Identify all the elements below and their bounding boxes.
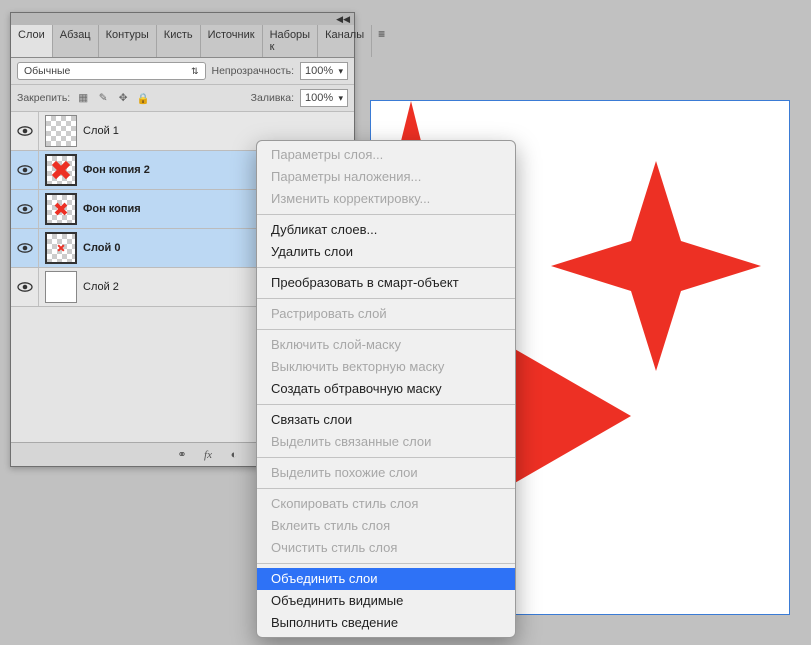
blend-opacity-row: Обычные ⇅ Непрозрачность: 100%▾ — [11, 58, 354, 85]
panel-menu-icon[interactable]: ≡ — [372, 25, 391, 57]
visibility-toggle[interactable] — [11, 190, 39, 228]
lock-transparency-icon[interactable]: ▦ — [76, 91, 90, 105]
blend-mode-value: Обычные — [24, 65, 70, 77]
tab-Контуры[interactable]: Контуры — [99, 25, 157, 57]
menu-item: Скопировать стиль слоя — [257, 493, 515, 515]
menu-item: Растрировать слой — [257, 303, 515, 325]
menu-item: Вклеить стиль слоя — [257, 515, 515, 537]
menu-separator — [257, 563, 515, 564]
layer-thumbnail[interactable] — [45, 115, 77, 147]
panel-topbar: ◀◀ — [11, 13, 354, 25]
menu-item: Изменить корректировку... — [257, 188, 515, 210]
layer-name[interactable]: Слой 2 — [83, 281, 119, 293]
lock-fill-row: Закрепить: ▦ ✎ ✥ 🔒 Заливка: 100%▾ — [11, 85, 354, 112]
opacity-label: Непрозрачность: — [212, 65, 295, 77]
layer-name[interactable]: Слой 1 — [83, 125, 119, 137]
menu-item[interactable]: Удалить слои — [257, 241, 515, 263]
chevron-down-icon: ▾ — [338, 93, 343, 104]
tab-Наборы к[interactable]: Наборы к — [263, 25, 319, 57]
menu-separator — [257, 214, 515, 215]
chevron-down-icon: ▾ — [338, 66, 343, 77]
collapse-icon[interactable]: ◀◀ — [336, 14, 350, 25]
menu-item[interactable]: Объединить видимые — [257, 590, 515, 612]
fill-input[interactable]: 100%▾ — [300, 89, 348, 107]
layer-name[interactable]: Фон копия — [83, 203, 141, 215]
layer-thumbnail[interactable] — [45, 193, 77, 225]
tab-Абзац[interactable]: Абзац — [53, 25, 99, 57]
menu-separator — [257, 457, 515, 458]
panel-tabs: СлоиАбзацКонтурыКистьИсточникНаборы кКан… — [11, 25, 354, 58]
opacity-input[interactable]: 100%▾ — [300, 62, 348, 80]
menu-item: Выделить похожие слои — [257, 462, 515, 484]
visibility-toggle[interactable] — [11, 268, 39, 306]
tab-Источник[interactable]: Источник — [201, 25, 263, 57]
layer-thumbnail[interactable] — [45, 154, 77, 186]
lock-position-icon[interactable]: ✥ — [116, 91, 130, 105]
menu-item[interactable]: Преобразовать в смарт-объект — [257, 272, 515, 294]
dropdown-icon: ⇅ — [191, 66, 199, 77]
menu-item: Выделить связанные слои — [257, 431, 515, 453]
lock-all-icon[interactable]: 🔒 — [136, 91, 150, 105]
mask-icon[interactable]: ◐ — [226, 447, 242, 463]
link-icon[interactable]: ⚭ — [174, 447, 190, 463]
menu-item[interactable]: Связать слои — [257, 409, 515, 431]
visibility-toggle[interactable] — [11, 112, 39, 150]
layer-thumbnail[interactable] — [45, 271, 77, 303]
menu-item: Очистить стиль слоя — [257, 537, 515, 559]
tab-Каналы[interactable]: Каналы — [318, 25, 372, 57]
menu-separator — [257, 488, 515, 489]
tab-Кисть[interactable]: Кисть — [157, 25, 201, 57]
menu-item: Выключить векторную маску — [257, 356, 515, 378]
blend-mode-dropdown[interactable]: Обычные ⇅ — [17, 62, 206, 80]
menu-item[interactable]: Дубликат слоев... — [257, 219, 515, 241]
menu-item: Параметры слоя... — [257, 144, 515, 166]
menu-item: Параметры наложения... — [257, 166, 515, 188]
layer-name[interactable]: Фон копия 2 — [83, 164, 150, 176]
menu-separator — [257, 404, 515, 405]
layer-name[interactable]: Слой 0 — [83, 242, 120, 254]
lock-paint-icon[interactable]: ✎ — [96, 91, 110, 105]
fx-icon[interactable]: fx — [200, 447, 216, 463]
menu-separator — [257, 267, 515, 268]
tab-Слои[interactable]: Слои — [11, 25, 53, 57]
menu-separator — [257, 298, 515, 299]
menu-item: Включить слой-маску — [257, 334, 515, 356]
visibility-toggle[interactable] — [11, 151, 39, 189]
menu-item[interactable]: Создать обтравочную маску — [257, 378, 515, 400]
lock-label: Закрепить: — [17, 92, 70, 104]
menu-item[interactable]: Объединить слои — [257, 568, 515, 590]
menu-separator — [257, 329, 515, 330]
menu-item[interactable]: Выполнить сведение — [257, 612, 515, 634]
fill-label: Заливка: — [251, 92, 294, 104]
layer-context-menu: Параметры слоя...Параметры наложения...И… — [256, 140, 516, 638]
layer-thumbnail[interactable] — [45, 232, 77, 264]
visibility-toggle[interactable] — [11, 229, 39, 267]
